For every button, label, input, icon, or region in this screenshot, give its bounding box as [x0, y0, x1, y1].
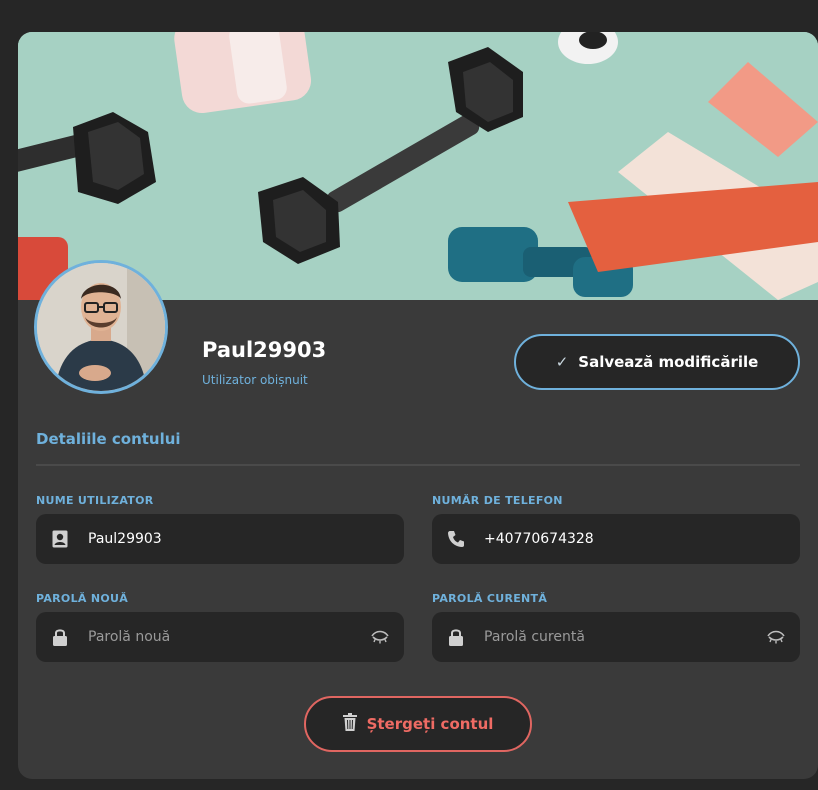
cover-image [18, 32, 818, 300]
phone-field-box [432, 514, 800, 564]
save-changes-label: Salvează modificările [578, 353, 759, 371]
avatar-photo [37, 263, 165, 391]
username-field-box [36, 514, 404, 564]
current-password-input[interactable] [484, 629, 754, 645]
check-icon: ✓ [555, 353, 569, 371]
eye-closed-icon[interactable] [370, 628, 390, 646]
new-password-label: PAROLĂ NOUĂ [36, 592, 129, 605]
save-changes-button[interactable]: ✓ Salvează modificările [514, 334, 800, 390]
section-divider [36, 464, 800, 466]
section-title: Detaliile contului [36, 430, 181, 448]
phone-input[interactable] [484, 531, 754, 547]
lock-icon [446, 627, 466, 647]
profile-card: Paul29903 Utilizator obișnuit ✓ Salvează… [18, 32, 818, 779]
avatar[interactable] [34, 260, 168, 394]
new-password-input[interactable] [88, 629, 358, 645]
username-input[interactable] [88, 531, 358, 547]
lock-icon [50, 627, 70, 647]
phone-label: NUMĂR DE TELEFON [432, 494, 563, 507]
new-password-field-box [36, 612, 404, 662]
profile-username: Paul29903 [202, 338, 327, 362]
current-password-label: PAROLĂ CURENTĂ [432, 592, 548, 605]
delete-account-label: Ștergeți contul [366, 715, 494, 733]
cover-banner [18, 32, 818, 300]
delete-account-button[interactable]: Ștergeți contul [304, 696, 532, 752]
trash-icon [342, 713, 357, 735]
phone-icon [446, 529, 466, 549]
current-password-field-box [432, 612, 800, 662]
profile-role: Utilizator obișnuit [202, 373, 308, 387]
eye-closed-icon[interactable] [766, 628, 786, 646]
username-label: NUME UTILIZATOR [36, 494, 154, 507]
contact-card-icon [50, 529, 70, 549]
